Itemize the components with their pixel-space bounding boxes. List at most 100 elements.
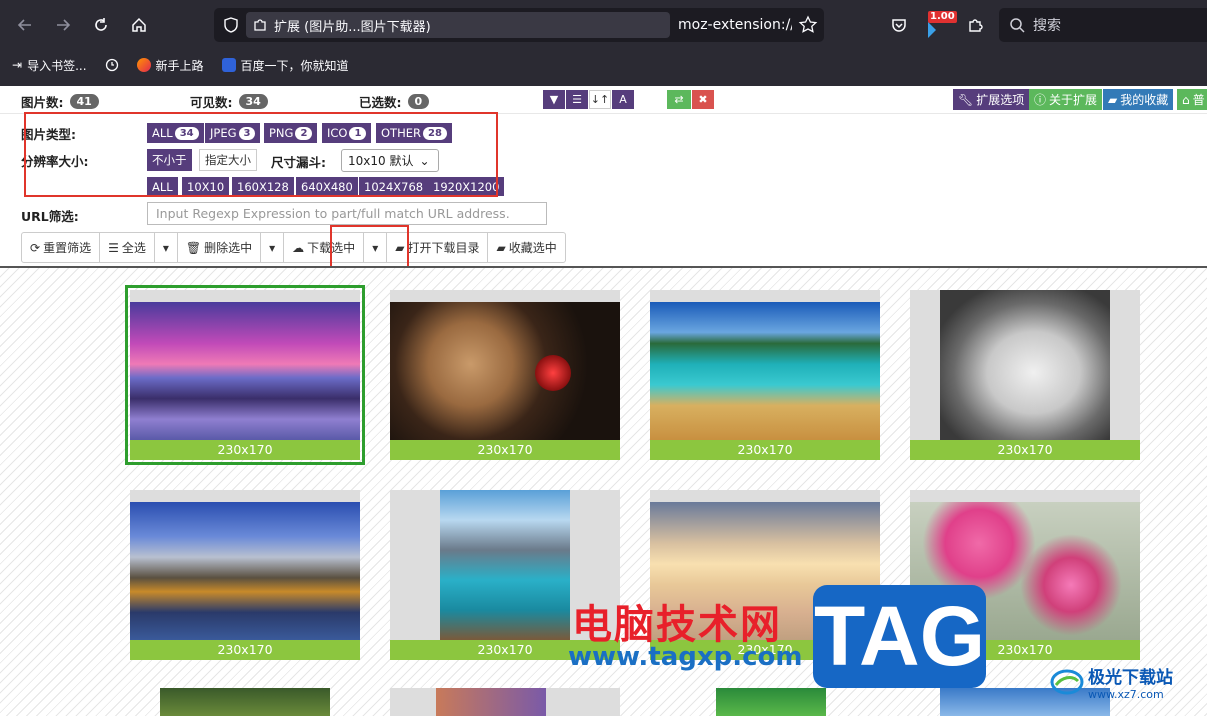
refresh-icon: ⟳ — [30, 240, 41, 255]
button-label: 收藏选中 — [508, 241, 557, 255]
button-label: 打开下载目录 — [407, 241, 480, 255]
close-icon[interactable]: ✖ — [692, 90, 714, 109]
image-card[interactable]: 230x170 — [650, 290, 880, 460]
image-size-caption: 230x170 — [130, 440, 360, 460]
total-label: 图片数: — [21, 95, 64, 110]
folder-icon: ▰ — [1108, 92, 1118, 107]
site-watermark: 极光下载站 www.xz7.com — [1050, 663, 1173, 701]
text-icon[interactable]: A — [612, 90, 634, 109]
bookmark-history[interactable] — [105, 58, 119, 72]
filter-icon[interactable]: ▼ — [543, 90, 565, 109]
image-thumbnail — [940, 290, 1110, 440]
url-filter-input[interactable]: Input Regexp Expression to part/full mat… — [147, 202, 547, 225]
bookmark-import[interactable]: ⇥ 导入书签... — [12, 57, 87, 74]
button-label: 重置筛选 — [43, 241, 92, 255]
import-icon: ⇥ — [12, 58, 23, 72]
back-icon[interactable] — [10, 10, 40, 40]
bookmark-star-icon[interactable] — [798, 15, 818, 35]
tab-label: 关于扩展 — [1049, 93, 1098, 107]
tab-label: 扩展选项 — [976, 93, 1025, 107]
image-card[interactable]: 230x170 — [125, 285, 365, 465]
image-size-caption: 230x170 — [910, 440, 1140, 460]
annotation-box-filters — [24, 112, 498, 197]
button-label: 删除选中 — [204, 241, 253, 255]
tab-about-extension[interactable]: ⓘ 关于扩展 — [1029, 89, 1103, 110]
image-thumbnail-partial — [160, 688, 330, 716]
visible-count: 可见数: 34 — [190, 92, 268, 111]
tracking-shield-icon[interactable] — [222, 16, 240, 34]
total-badge: 41 — [69, 94, 99, 109]
tab-label: 我的收藏 — [1120, 93, 1169, 107]
selected-count: 已选数: 0 — [359, 92, 430, 111]
extension-badge: 1.00 — [928, 11, 957, 23]
bookmark-label: 导入书签... — [27, 58, 87, 73]
url-bar[interactable]: 扩展 (图片助...图片下载器) moz-extension://deffc74… — [214, 8, 824, 42]
image-size-caption: 230x170 — [650, 440, 880, 460]
extension-toolbar-button[interactable]: 1.00 — [922, 10, 957, 40]
swirl-logo-icon — [1050, 669, 1084, 695]
search-bar[interactable]: 搜索 — [999, 8, 1207, 42]
tab-my-favorites[interactable]: ▰ 我的收藏 — [1103, 89, 1174, 110]
pocket-icon[interactable] — [884, 10, 914, 40]
stats-toolbar: 图片数: 41 可见数: 34 已选数: 0 ▼ ☰ ↓↑ A ⇄ ✖ 🔧︎ 扩展… — [0, 86, 1207, 114]
url-text[interactable]: moz-extension://deffc74a-4171-48fb-8c21-… — [678, 8, 792, 42]
extensions-icon[interactable] — [960, 10, 990, 40]
wrench-icon: 🔧︎ — [958, 92, 974, 107]
delete-selected-button[interactable]: 🗑︎ 删除选中 — [178, 233, 262, 262]
watermark-url: www.tagxp.com — [568, 642, 803, 672]
puzzle-icon — [254, 19, 266, 31]
site-name: 极光下载站 — [1088, 668, 1173, 688]
bokeh-light — [535, 355, 571, 391]
caret-down-icon: ▾ — [269, 240, 276, 255]
bookmark-baidu[interactable]: 百度一下，你就知道 — [221, 57, 349, 74]
url-filter-label: URL筛选: — [21, 209, 79, 224]
favorite-selected-button[interactable]: ▰ 收藏选中 — [488, 233, 564, 262]
selected-label: 已选数: — [359, 95, 402, 110]
bookmarks-toolbar: ⇥ 导入书签... 新手上路 百度一下，你就知道 — [0, 50, 1207, 80]
image-thumbnail — [390, 302, 620, 440]
image-thumbnail — [650, 302, 880, 440]
image-thumbnail — [440, 490, 570, 640]
search-icon — [1010, 18, 1025, 33]
list-view-icon[interactable]: ☰ — [566, 90, 588, 109]
tab-more[interactable]: ⌂ 普 — [1177, 89, 1207, 110]
select-all-dropdown[interactable]: ▾ — [155, 233, 178, 262]
image-thumbnail-partial — [716, 688, 826, 716]
tag-logo: TAG — [813, 585, 986, 688]
select-all-button[interactable]: ☰ 全选 — [100, 233, 155, 262]
home-icon[interactable] — [124, 10, 154, 40]
firefox-icon — [136, 58, 151, 72]
button-label: 全选 — [121, 241, 146, 255]
reload-icon[interactable] — [86, 10, 116, 40]
reset-filters-button[interactable]: ⟳ 重置筛选 — [22, 233, 101, 262]
forward-icon[interactable] — [48, 10, 78, 40]
image-card[interactable]: 230x170 — [390, 290, 620, 460]
action-button-group: ⟳ 重置筛选 ☰ 全选 ▾ 🗑︎ 删除选中 ▾ ☁ 下载选中 ▾ ▰ 打开下载目录 ▰ 收藏… — [21, 232, 566, 263]
bookmark-getting-started[interactable]: 新手上路 — [136, 57, 204, 74]
bookmark-label: 百度一下，你就知道 — [240, 58, 349, 73]
clock-icon — [105, 58, 118, 72]
bookmark-label: 新手上路 — [155, 58, 204, 73]
tab-extension-options[interactable]: 🔧︎ 扩展选项 — [953, 89, 1030, 110]
total-count: 图片数: 41 — [21, 92, 99, 111]
image-thumbnail — [130, 502, 360, 640]
swap-icon[interactable]: ⇄ — [667, 90, 691, 109]
image-thumbnail — [130, 302, 360, 440]
tab-title: 扩展 (图片助...图片下载器) — [274, 19, 431, 35]
home-icon: ⌂ — [1182, 92, 1190, 107]
trash-icon: 🗑︎ — [185, 240, 202, 255]
visible-label: 可见数: — [190, 95, 233, 110]
image-card[interactable]: 230x170 — [910, 290, 1140, 460]
site-url: www.xz7.com — [1088, 688, 1164, 701]
delete-dropdown[interactable]: ▾ — [261, 233, 285, 262]
image-card[interactable]: 230x170 — [130, 490, 360, 660]
folder-open-icon: ▰ — [496, 240, 506, 255]
image-size-caption: 230x170 — [390, 440, 620, 460]
info-icon: ⓘ — [1034, 93, 1047, 107]
navigation-bar: 扩展 (图片助...图片下载器) moz-extension://deffc74… — [0, 0, 1207, 50]
sort-icon[interactable]: ↓↑ — [589, 90, 611, 109]
list-icon: ☰ — [108, 240, 119, 255]
extension-identity-chip[interactable]: 扩展 (图片助...图片下载器) — [246, 12, 670, 38]
selected-badge: 0 — [407, 94, 430, 109]
tab-label: 普 — [1192, 93, 1205, 107]
